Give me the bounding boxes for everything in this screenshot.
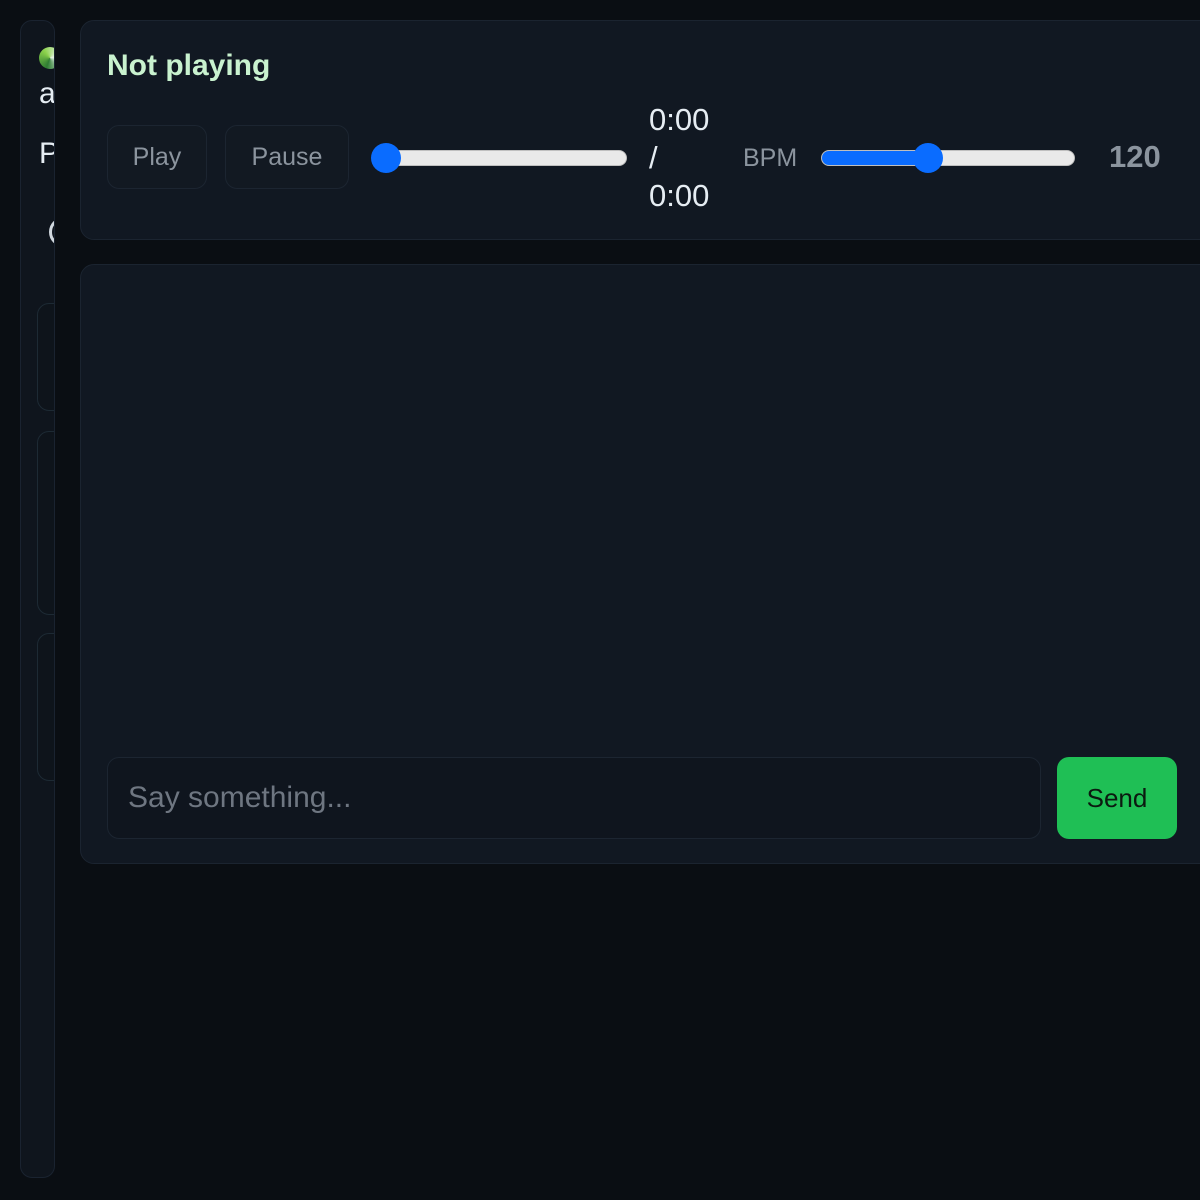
sidebar-round-button[interactable] (49, 217, 54, 247)
play-button[interactable]: Play (107, 125, 207, 189)
sidebar-card[interactable] (37, 303, 54, 411)
seek-slider[interactable] (373, 150, 627, 166)
sidebar-card[interactable] (37, 633, 54, 781)
pause-button[interactable]: Pause (225, 125, 349, 189)
player-panel: Not playing Play Pause 0:00 / 0:00 BPM 1… (80, 20, 1200, 240)
bpm-label: BPM (743, 144, 798, 172)
seek-slider-thumb[interactable] (371, 143, 401, 173)
time-current: 0:00 (649, 102, 710, 137)
chat-input[interactable] (107, 757, 1041, 839)
chat-panel: Send (80, 264, 1200, 864)
sidebar: a P (20, 20, 55, 1178)
send-button[interactable]: Send (1057, 757, 1177, 839)
time-separator: / (649, 140, 658, 175)
sidebar-card[interactable] (37, 431, 54, 615)
bpm-slider-thumb[interactable] (912, 143, 943, 173)
brand-title: a (39, 77, 55, 110)
logo-icon (39, 47, 54, 69)
now-playing-status: Not playing (107, 49, 271, 82)
bpm-value: 120 (1109, 139, 1161, 174)
chat-messages (107, 285, 1177, 745)
time-display: 0:00 / 0:00 (649, 101, 709, 215)
time-total: 0:00 (649, 178, 710, 213)
sidebar-section-title: P (39, 137, 54, 171)
bpm-slider[interactable] (821, 150, 1075, 166)
